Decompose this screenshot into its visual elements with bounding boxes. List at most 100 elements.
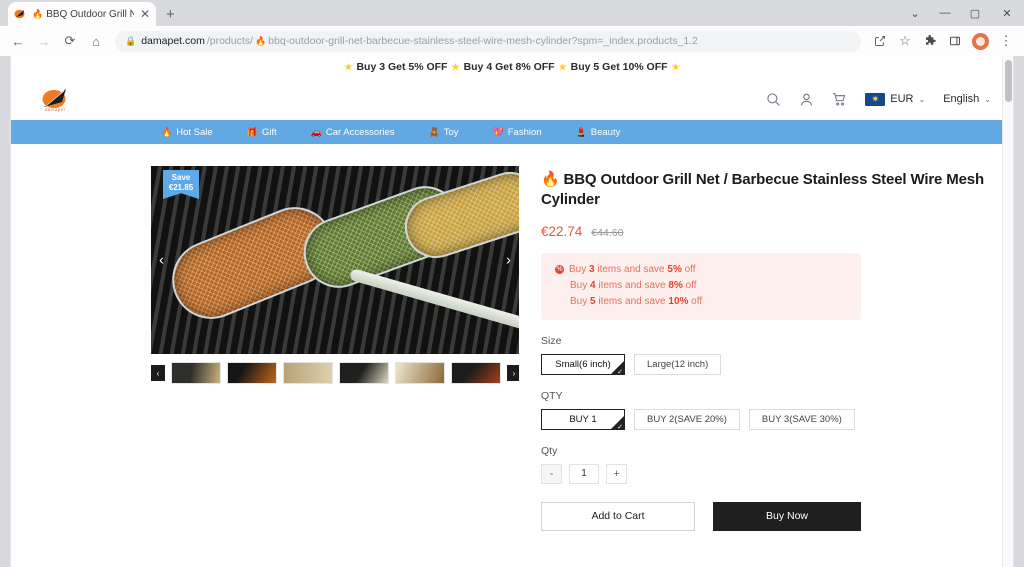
thumbnail-next-arrow[interactable]: › bbox=[507, 365, 519, 381]
tab-close-icon[interactable]: ✕ bbox=[140, 8, 150, 20]
compare-at-price: €44.60 bbox=[591, 226, 624, 239]
nav-label: Hot Sale bbox=[176, 126, 213, 138]
browser-tab[interactable]: 🔥 BBQ Outdoor Grill Net / Barb ✕ bbox=[8, 2, 156, 26]
language-label: English bbox=[943, 93, 980, 105]
discount-line: Buy 5 items and save 10% off bbox=[555, 294, 847, 310]
url-domain: damapet.com bbox=[141, 35, 205, 47]
nav-label: Gift bbox=[261, 126, 277, 138]
new-tab-button[interactable]: + bbox=[166, 6, 175, 23]
discount-text: Buy 4 items and save 8% off bbox=[570, 279, 697, 291]
tab-favicon-icon bbox=[14, 8, 26, 20]
share-icon[interactable] bbox=[868, 29, 892, 53]
site-logo[interactable]: damapet bbox=[41, 87, 69, 112]
address-bar[interactable]: 🔒 damapet.com/products/ 🔥 bbq-outdoor-gr… bbox=[115, 30, 861, 52]
star-icon: ★ bbox=[451, 61, 460, 72]
add-to-cart-button[interactable]: Add to Cart bbox=[541, 501, 695, 531]
forward-button[interactable]: → bbox=[32, 29, 56, 53]
gallery-next-arrow[interactable]: › bbox=[506, 252, 511, 269]
product-main-image[interactable]: Save €21.85 ‹ › bbox=[151, 166, 519, 354]
eu-flag-icon: ✷ bbox=[865, 92, 886, 106]
quantity-stepper: - 1 + bbox=[541, 463, 991, 484]
product-section: Save €21.85 ‹ › ‹ › 🔥 BBQ Outdoor Grill … bbox=[11, 144, 1013, 531]
thumbnail-prev-arrow[interactable]: ‹ bbox=[151, 365, 165, 381]
browser-titlebar: 🔥 BBQ Outdoor Grill Net / Barb ✕ + ⌄ — ▢… bbox=[0, 0, 1024, 26]
discount-text: Buy 3 items and save 5% off bbox=[569, 263, 696, 275]
quantity-label: Qty bbox=[541, 444, 558, 457]
buy-now-button[interactable]: Buy Now bbox=[713, 501, 861, 531]
quantity-input[interactable]: 1 bbox=[569, 463, 599, 484]
current-price: €22.74 bbox=[541, 223, 583, 239]
tab-search-button[interactable]: ⌄ bbox=[900, 0, 930, 26]
logo-wordmark: damapet bbox=[44, 106, 66, 112]
size-option-small[interactable]: Small(6 inch) bbox=[541, 353, 625, 376]
side-panel-icon[interactable] bbox=[943, 29, 967, 53]
url-site-flame-icon: 🔥 bbox=[254, 35, 267, 46]
gallery-prev-arrow[interactable]: ‹ bbox=[159, 252, 164, 269]
thumbnail-item[interactable] bbox=[171, 362, 221, 384]
toy-icon: 🧸 bbox=[428, 126, 440, 137]
currency-code: EUR bbox=[890, 93, 914, 105]
tab-site-flame-icon: 🔥 bbox=[32, 8, 44, 19]
size-option-large[interactable]: Large(12 inch) bbox=[634, 353, 722, 375]
discount-line: % Buy 3 items and save 5% off bbox=[555, 262, 847, 278]
nav-item-toy[interactable]: 🧸 Toy bbox=[429, 127, 459, 138]
discount-badge-icon: % bbox=[555, 265, 564, 274]
search-icon[interactable] bbox=[766, 92, 781, 107]
thumbnail-item[interactable] bbox=[283, 362, 333, 384]
nav-item-car-accessories[interactable]: 🚗 Car Accessories bbox=[311, 127, 395, 138]
cart-icon[interactable] bbox=[832, 92, 847, 107]
quantity-increment-button[interactable]: + bbox=[606, 463, 627, 484]
browser-menu-icon[interactable]: ⋮ bbox=[994, 29, 1018, 53]
site-header: damapet ✷ EUR ⌄ English ⌄ bbox=[11, 78, 1013, 120]
scrollbar-thumb[interactable] bbox=[1005, 60, 1012, 102]
user-icon[interactable] bbox=[799, 92, 814, 107]
browser-window: 🔥 BBQ Outdoor Grill Net / Barb ✕ + ⌄ — ▢… bbox=[0, 0, 1024, 567]
nav-item-beauty[interactable]: 💄 Beauty bbox=[576, 127, 621, 138]
bulk-discount-box: % Buy 3 items and save 5% off Buy 4 item… bbox=[541, 252, 861, 320]
star-icon: ★ bbox=[671, 61, 680, 72]
minimize-button[interactable]: — bbox=[930, 0, 960, 26]
nav-item-gift[interactable]: 🎁 Gift bbox=[247, 127, 277, 138]
url-path: /products/ bbox=[206, 35, 253, 47]
gift-icon: 🎁 bbox=[246, 126, 258, 137]
url-text: damapet.com/products/ 🔥 bbq-outdoor-gril… bbox=[141, 35, 698, 47]
language-selector[interactable]: English ⌄ bbox=[943, 93, 991, 105]
currency-selector[interactable]: ✷ EUR ⌄ bbox=[865, 92, 926, 106]
reload-button[interactable]: ⟳ bbox=[58, 29, 82, 53]
extensions-icon[interactable] bbox=[918, 29, 942, 53]
thumbnail-item[interactable] bbox=[395, 362, 445, 384]
page-scrollbar[interactable] bbox=[1002, 56, 1013, 567]
home-button[interactable]: ⌂ bbox=[84, 29, 108, 53]
bundle-option-buy-3[interactable]: BUY 3(SAVE 30%) bbox=[748, 408, 855, 430]
lock-icon: 🔒 bbox=[125, 35, 137, 46]
size-label: Size bbox=[541, 334, 562, 347]
page-viewport: ★ Buy 3 Get 5% OFF ★ Buy 4 Get 8% OFF ★ … bbox=[10, 56, 1014, 567]
thumbnail-item[interactable] bbox=[227, 362, 277, 384]
back-button[interactable]: ← bbox=[6, 29, 30, 53]
promo-offer-3: Buy 5 Get 10% OFF bbox=[570, 61, 668, 73]
chevron-down-icon: ⌄ bbox=[918, 94, 926, 104]
nav-item-fashion[interactable]: 💖 Fashion bbox=[493, 127, 542, 138]
nav-label: Fashion bbox=[507, 126, 542, 138]
tab-title: 🔥 BBQ Outdoor Grill Net / Barb bbox=[32, 8, 134, 20]
quantity-decrement-button[interactable]: - bbox=[541, 463, 562, 484]
qty-bundle-label: QTY bbox=[541, 389, 563, 402]
profile-avatar[interactable] bbox=[972, 32, 989, 50]
star-icon: ★ bbox=[558, 61, 567, 72]
nav-item-hot-sale[interactable]: 🔥 Hot Sale bbox=[161, 127, 213, 138]
flame-icon: 🔥 bbox=[161, 126, 173, 137]
thumbnail-item[interactable] bbox=[339, 362, 389, 384]
bundle-option-buy-2[interactable]: BUY 2(SAVE 20%) bbox=[634, 408, 740, 430]
bundle-option-buy-1[interactable]: BUY 1 bbox=[541, 408, 625, 431]
car-icon: 🚗 bbox=[310, 126, 322, 137]
product-info: 🔥 BBQ Outdoor Grill Net / Barbecue Stain… bbox=[541, 166, 991, 531]
close-window-button[interactable]: ✕ bbox=[990, 0, 1024, 26]
thumbnail-item[interactable] bbox=[451, 362, 501, 384]
nav-label: Toy bbox=[443, 126, 459, 138]
bookmark-star-icon[interactable]: ☆ bbox=[893, 29, 917, 53]
nav-label: Car Accessories bbox=[325, 126, 395, 138]
nav-label: Beauty bbox=[590, 126, 621, 138]
discount-text: Buy 5 items and save 10% off bbox=[570, 295, 703, 307]
maximize-button[interactable]: ▢ bbox=[960, 0, 990, 26]
window-controls: ⌄ — ▢ ✕ bbox=[900, 0, 1024, 26]
